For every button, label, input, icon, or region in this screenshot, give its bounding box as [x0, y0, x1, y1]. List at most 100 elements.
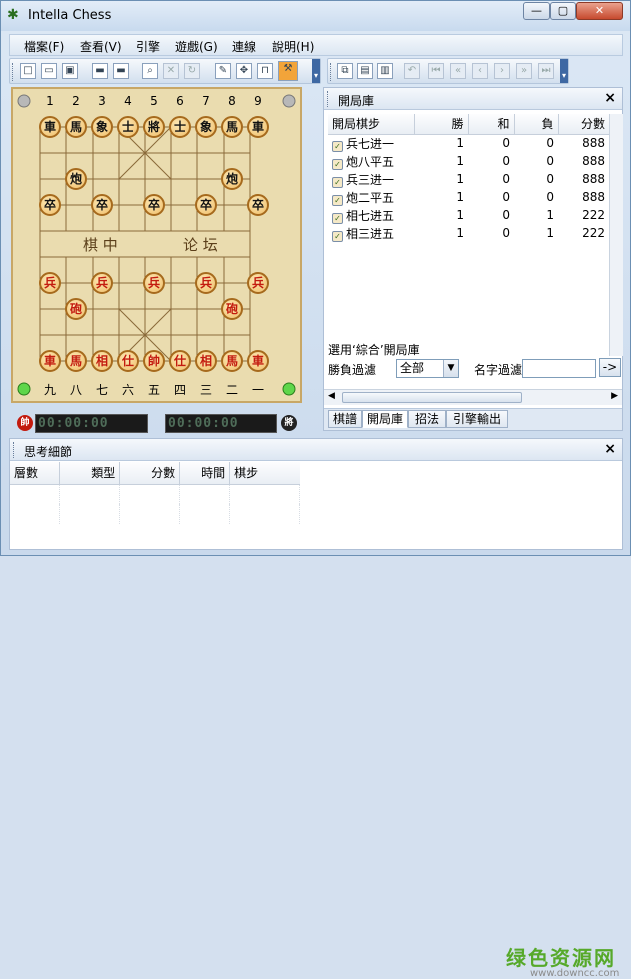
- panel-grip[interactable]: [13, 442, 16, 458]
- checkbox-icon[interactable]: ✓: [332, 140, 343, 152]
- piece-black-pawn[interactable]: 卒: [195, 194, 217, 216]
- piece-black-advisor[interactable]: 士: [117, 116, 139, 138]
- close-button[interactable]: ✕: [576, 2, 623, 20]
- close-icon[interactable]: ×: [604, 90, 616, 106]
- piece-red-advisor[interactable]: 仕: [169, 350, 191, 372]
- table-row[interactable]: ✓ 炮八平五 1 0 0 888: [328, 152, 609, 170]
- scroll-right-icon[interactable]: ▶: [611, 391, 618, 401]
- chevron-down-icon[interactable]: ▼: [443, 360, 458, 377]
- toolbar-overflow-icon[interactable]: ▾: [312, 59, 320, 83]
- piece-black-cannon[interactable]: 炮: [65, 168, 87, 190]
- piece-red-pawn[interactable]: 兵: [143, 272, 165, 294]
- toolbar-overflow-icon[interactable]: ▾: [560, 59, 568, 83]
- stop-icon[interactable]: ✕: [163, 63, 179, 79]
- piece-red-elephant[interactable]: 相: [91, 350, 113, 372]
- menu-engine[interactable]: 引擎: [136, 38, 160, 55]
- forward-many-icon[interactable]: »: [516, 63, 532, 79]
- forward-one-icon[interactable]: ›: [494, 63, 510, 79]
- horizontal-scrollbar[interactable]: ◀ ▶: [324, 389, 622, 405]
- column-header[interactable]: 勝: [414, 114, 469, 135]
- back-many-icon[interactable]: «: [450, 63, 466, 79]
- piece-black-cannon[interactable]: 炮: [221, 168, 243, 190]
- column-header[interactable]: 和: [468, 114, 515, 135]
- tab-opening-book[interactable]: 開局庫: [362, 410, 408, 428]
- piece-red-pawn[interactable]: 兵: [91, 272, 113, 294]
- checkbox-icon[interactable]: ✓: [332, 158, 343, 170]
- table-row[interactable]: ✓ 兵七进一 1 0 0 888: [328, 134, 609, 152]
- menu-file[interactable]: 檔案(F): [24, 38, 64, 55]
- column-header[interactable]: 時間: [179, 462, 231, 485]
- search-icon[interactable]: ⌕: [142, 63, 158, 79]
- back-one-icon[interactable]: ‹: [472, 63, 488, 79]
- hammer-icon[interactable]: ⚒: [278, 61, 298, 81]
- column-header[interactable]: 層數: [10, 462, 61, 485]
- piece-red-pawn[interactable]: 兵: [39, 272, 61, 294]
- piece-red-chariot[interactable]: 車: [39, 350, 61, 372]
- piece-red-advisor[interactable]: 仕: [117, 350, 139, 372]
- piece-black-horse[interactable]: 馬: [65, 116, 87, 138]
- column-header[interactable]: 棋步: [229, 462, 300, 485]
- menu-help[interactable]: 說明(H): [272, 38, 314, 55]
- panel-grip[interactable]: [327, 91, 330, 107]
- lock-icon[interactable]: ⊓: [257, 63, 273, 79]
- checkbox-icon[interactable]: ✓: [332, 194, 343, 206]
- piece-red-cannon[interactable]: 砲: [65, 298, 87, 320]
- piece-red-elephant[interactable]: 相: [195, 350, 217, 372]
- piece-black-chariot[interactable]: 車: [39, 116, 61, 138]
- table-row[interactable]: ✓ 相七进五 1 0 1 222: [328, 206, 609, 224]
- column-header[interactable]: 分數: [558, 114, 609, 135]
- piece-black-pawn[interactable]: 卒: [247, 194, 269, 216]
- maximize-button[interactable]: ▢: [550, 2, 576, 20]
- copy-icon[interactable]: ⧉: [337, 63, 353, 79]
- close-icon[interactable]: ×: [604, 441, 616, 457]
- piece-black-elephant[interactable]: 象: [91, 116, 113, 138]
- column-header[interactable]: 負: [514, 114, 559, 135]
- black-screen-icon[interactable]: ▬: [113, 63, 129, 79]
- toolbar-grip[interactable]: [330, 63, 333, 81]
- new-icon[interactable]: □: [20, 63, 36, 79]
- piece-red-pawn[interactable]: 兵: [247, 272, 269, 294]
- vertical-scrollbar[interactable]: [609, 114, 623, 356]
- piece-red-cannon[interactable]: 砲: [221, 298, 243, 320]
- piece-black-elephant[interactable]: 象: [195, 116, 217, 138]
- move-arrows-icon[interactable]: ✥: [236, 63, 252, 79]
- column-header[interactable]: 開局棋步: [328, 114, 415, 135]
- chess-board[interactable]: 1 2 3 4 5 6 7 8 9 九 八 七 六 五 四 三 二 一 棋 中 …: [11, 87, 302, 403]
- piece-black-horse[interactable]: 馬: [221, 116, 243, 138]
- first-move-icon[interactable]: ⏮: [428, 63, 444, 79]
- menu-network[interactable]: 連線: [232, 38, 256, 55]
- piece-red-pawn[interactable]: 兵: [195, 272, 217, 294]
- open-folder-icon[interactable]: ▭: [41, 63, 57, 79]
- table-row[interactable]: ✓ 兵三进一 1 0 0 888: [328, 170, 609, 188]
- toolbar-grip[interactable]: [12, 63, 15, 81]
- column-header[interactable]: 分數: [119, 462, 181, 485]
- paste-icon[interactable]: ▤: [357, 63, 373, 79]
- checkbox-icon[interactable]: ✓: [332, 176, 343, 188]
- piece-black-general[interactable]: 將: [143, 116, 165, 138]
- menu-game[interactable]: 遊戲(G): [175, 38, 218, 55]
- tab-game-record[interactable]: 棋譜: [328, 410, 362, 428]
- edit-icon[interactable]: ✎: [215, 63, 231, 79]
- tab-moves[interactable]: 招法: [408, 410, 446, 428]
- scrollbar-thumb[interactable]: [342, 392, 522, 403]
- piece-red-horse[interactable]: 馬: [221, 350, 243, 372]
- refresh-icon[interactable]: ↻: [184, 63, 200, 79]
- piece-black-pawn[interactable]: 卒: [39, 194, 61, 216]
- apply-filter-button[interactable]: ->: [599, 358, 621, 377]
- piece-black-chariot[interactable]: 車: [247, 116, 269, 138]
- menu-view[interactable]: 查看(V): [80, 38, 122, 55]
- last-move-icon[interactable]: ⏭: [538, 63, 554, 79]
- table-row[interactable]: ✓ 相三进五 1 0 1 222: [328, 224, 609, 242]
- result-filter-select[interactable]: 全部 ▼: [396, 359, 459, 378]
- column-header[interactable]: 類型: [59, 462, 121, 485]
- piece-red-general[interactable]: 帥: [143, 350, 165, 372]
- piece-red-chariot[interactable]: 車: [247, 350, 269, 372]
- piece-red-horse[interactable]: 馬: [65, 350, 87, 372]
- checkbox-icon[interactable]: ✓: [332, 230, 343, 242]
- save-icon[interactable]: ▣: [62, 63, 78, 79]
- minimize-button[interactable]: —: [523, 2, 550, 20]
- piece-black-pawn[interactable]: 卒: [143, 194, 165, 216]
- scroll-left-icon[interactable]: ◀: [328, 391, 335, 401]
- tab-engine-output[interactable]: 引擎輸出: [446, 410, 508, 428]
- undo-icon[interactable]: ↶: [404, 63, 420, 79]
